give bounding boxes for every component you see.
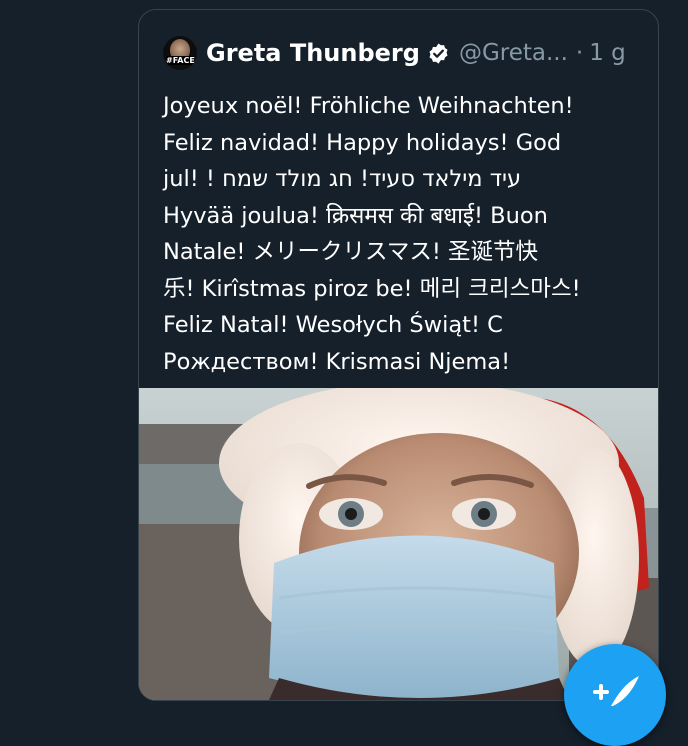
tweet-header: #FACE Greta Thunberg @Greta... · 1 g: [163, 33, 643, 73]
tweet-text-line: Рождеством! Krismasi Njema!: [163, 348, 511, 375]
author-name[interactable]: Greta Thunberg: [206, 39, 420, 67]
tweet-text-line: Natale! メリークリスマス! 圣诞节快: [163, 239, 538, 265]
tweet-text-line: Joyeux noël! Fröhliche Weihnachten!: [163, 93, 574, 119]
tweet-text: Joyeux noël! Fröhliche Weihnachten! Feli…: [163, 88, 648, 380]
tweet-text-line: Hyvää joulua! क्रिसमस की बधाई! Buon: [163, 202, 548, 229]
tweet-text-line: 乐! Kirîstmas piroz be! 메리 크리스마스!: [163, 275, 581, 302]
avatar-tag: #FACE: [166, 56, 195, 65]
compose-tweet-button[interactable]: [564, 644, 666, 746]
separator-dot: ·: [575, 40, 584, 66]
author-handle[interactable]: @Greta...: [459, 40, 568, 66]
tweet-text-line: jul! ! עיד מילאד סעיד! חג מולד שמח: [163, 166, 522, 192]
tweet-photo[interactable]: [139, 388, 658, 700]
tweet-text-line: Feliz navidad! Happy holidays! God: [163, 129, 562, 156]
tweet-text-line: Feliz Natal! Wesołych Świąt! С: [163, 312, 503, 338]
verified-badge-icon: [427, 42, 450, 65]
tweet-time[interactable]: 1 g: [589, 40, 626, 66]
quoted-tweet-card[interactable]: #FACE Greta Thunberg @Greta... · 1 g Joy…: [138, 9, 659, 701]
compose-tweet-icon: [593, 676, 639, 706]
avatar[interactable]: #FACE: [163, 36, 197, 70]
